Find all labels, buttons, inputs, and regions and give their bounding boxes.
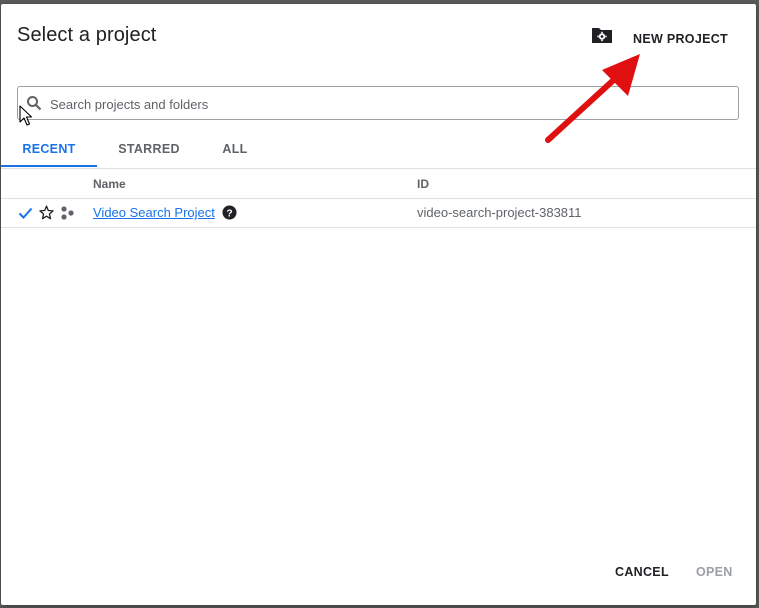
dialog-title: Select a project: [17, 24, 157, 46]
column-header-name: Name: [93, 177, 126, 191]
tab-starred[interactable]: STARRED: [101, 132, 197, 167]
column-header-id: ID: [417, 177, 429, 191]
mouse-cursor-icon: [19, 105, 33, 126]
table-row[interactable]: Video Search Project ? video-search-proj…: [1, 199, 756, 228]
help-icon[interactable]: ?: [222, 205, 237, 220]
cancel-button[interactable]: CANCEL: [605, 556, 679, 588]
table-header: Name ID: [1, 169, 756, 199]
star-icon[interactable]: [39, 205, 54, 220]
tab-recent[interactable]: RECENT: [1, 132, 97, 167]
open-button[interactable]: OPEN: [686, 556, 743, 588]
check-icon: [18, 207, 33, 219]
tab-all[interactable]: ALL: [199, 132, 271, 167]
project-id: video-search-project-383811: [417, 205, 582, 220]
annotation-arrow-icon: [545, 54, 640, 143]
project-name-link[interactable]: Video Search Project: [93, 205, 215, 220]
svg-text:?: ?: [226, 208, 232, 219]
folder-settings-icon[interactable]: [591, 26, 613, 44]
people-icon: [61, 206, 74, 220]
